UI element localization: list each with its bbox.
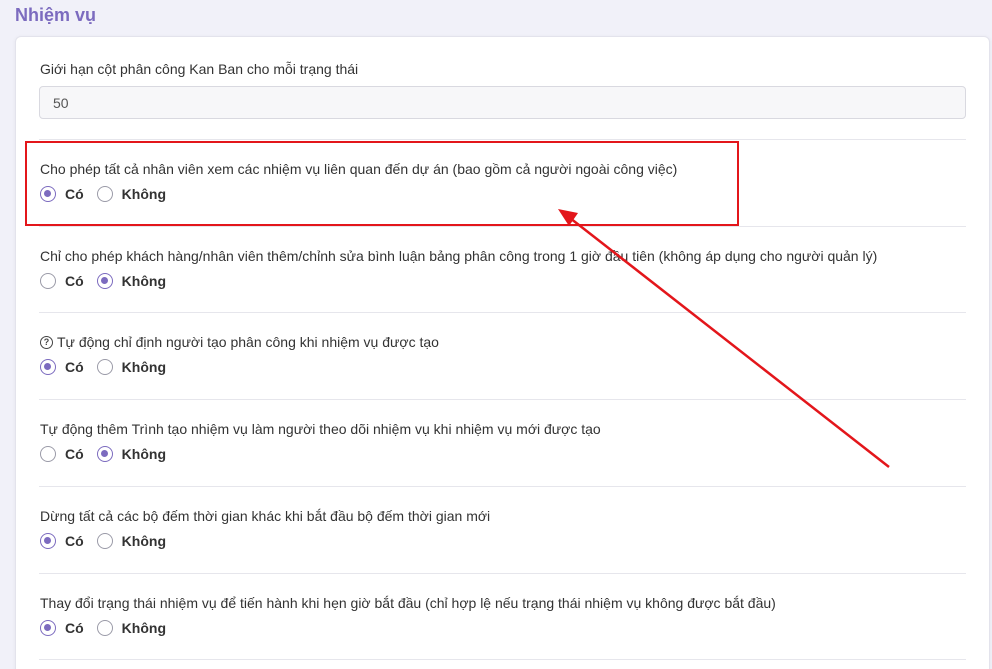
arrow-annotation-icon: [558, 209, 890, 468]
